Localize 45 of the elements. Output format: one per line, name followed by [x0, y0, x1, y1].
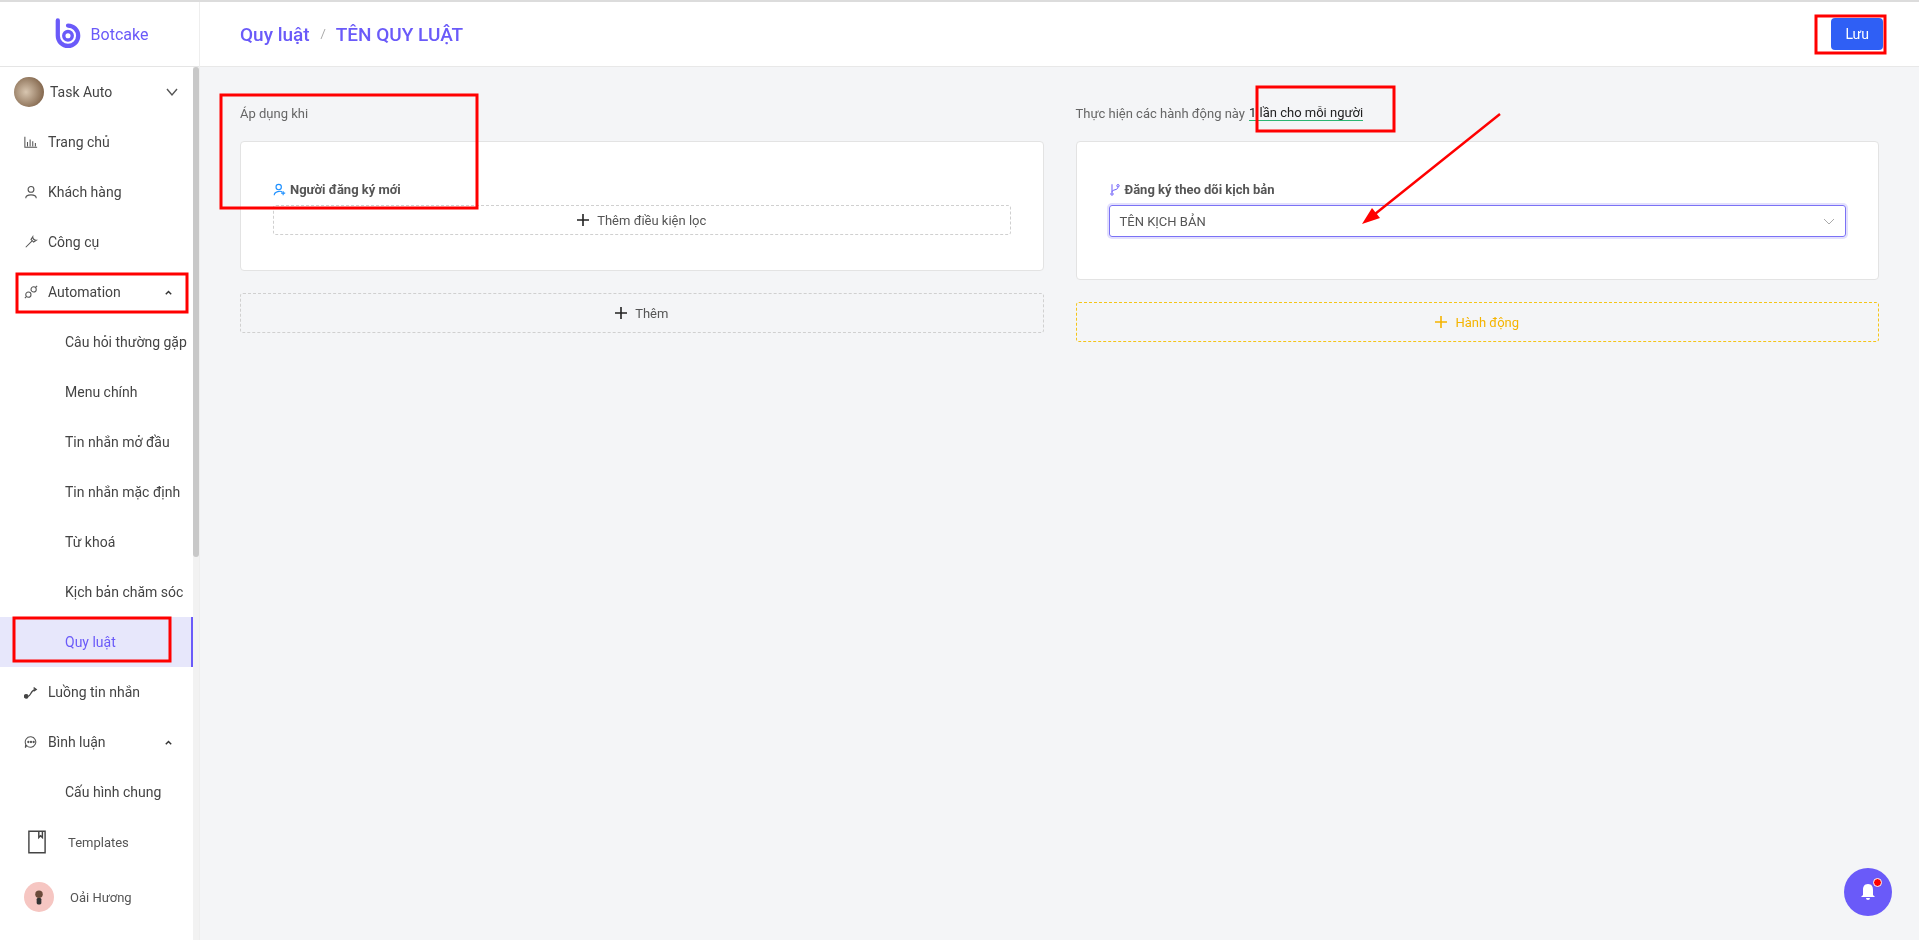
- frequency-dropdown[interactable]: 1 lần cho mỗi người: [1249, 105, 1364, 121]
- sidebar-subitem[interactable]: Tin nhắn mặc định: [0, 467, 193, 517]
- flow-icon: [24, 685, 38, 699]
- scrollbar-thumb[interactable]: [193, 67, 199, 557]
- sidebar-item[interactable]: Bình luận: [0, 717, 193, 767]
- book-icon: [28, 830, 46, 854]
- add-user-icon: [273, 183, 286, 196]
- branch-icon: [1108, 183, 1121, 196]
- templates-item[interactable]: Templates: [0, 817, 193, 867]
- sidebar-item[interactable]: Luồng tin nhắn: [0, 667, 193, 717]
- notification-button[interactable]: [1844, 868, 1892, 916]
- sidebar-item[interactable]: Công cụ: [0, 217, 193, 267]
- sequence-select[interactable]: TÊN KỊCH BẢN: [1108, 205, 1846, 237]
- sidebar-subitem[interactable]: Cấu hình chung: [0, 767, 193, 817]
- avatar-icon: [24, 882, 54, 912]
- brand-name: Botcake: [90, 24, 149, 44]
- add-filter-button[interactable]: Thêm điều kiện lọc: [273, 205, 1011, 235]
- plus-icon: [1435, 316, 1448, 328]
- plus-icon: [577, 214, 590, 226]
- sidebar-subitem[interactable]: Tin nhắn mở đầu: [0, 417, 193, 467]
- section-label: Áp dụng khi: [240, 104, 310, 123]
- section-label: Thực hiện các hành động này: [1075, 105, 1245, 121]
- chart-icon: [24, 135, 38, 149]
- add-trigger-button[interactable]: Thêm: [240, 293, 1044, 333]
- plus-icon: [615, 307, 628, 319]
- sidebar-subitem[interactable]: Từ khoá: [0, 517, 193, 567]
- save-button[interactable]: Lưu: [1831, 18, 1883, 50]
- link-icon: [24, 285, 38, 299]
- person-icon: [24, 185, 38, 199]
- sidebar-item[interactable]: Automation: [0, 267, 193, 317]
- account-switcher[interactable]: Task Auto: [0, 67, 193, 117]
- sidebar-subitem[interactable]: Câu hỏi thường gặp: [0, 317, 193, 367]
- sidebar-subitem[interactable]: Menu chính: [0, 367, 193, 417]
- sidebar-item[interactable]: Trang chủ: [0, 117, 193, 167]
- chat-icon: [24, 735, 38, 749]
- action-title: Đăng ký theo dõi kịch bản: [1124, 182, 1275, 197]
- wrench-icon: [24, 235, 38, 249]
- breadcrumb-item[interactable]: Quy luật: [240, 22, 310, 46]
- trigger-title: Người đăng ký mới: [290, 182, 401, 197]
- account-avatar-icon: [14, 77, 44, 107]
- user-profile[interactable]: Oải Hương: [0, 867, 193, 927]
- breadcrumb-separator: [319, 29, 326, 39]
- breadcrumb-item: TÊN QUY LUẬT: [335, 22, 464, 46]
- sidebar-subitem[interactable]: Kịch bản chăm sóc: [0, 567, 193, 617]
- sidebar-item[interactable]: Khách hàng: [0, 167, 193, 217]
